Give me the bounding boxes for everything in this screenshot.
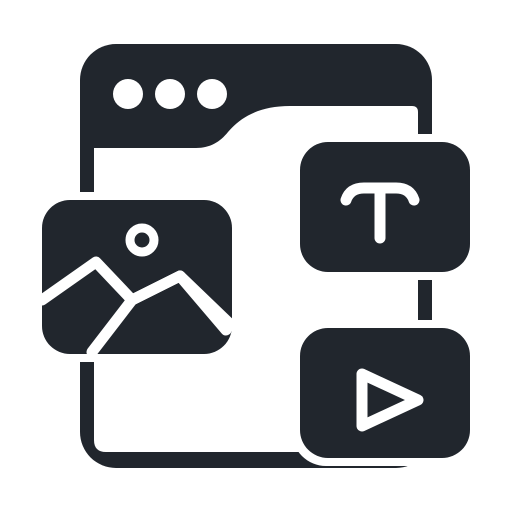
- web-content-media-icon: [0, 0, 512, 512]
- window-dot-icon: [155, 79, 185, 109]
- video-tile: [292, 320, 478, 466]
- text-tile: [292, 134, 478, 280]
- image-tile: [34, 192, 240, 362]
- icon-canvas: [34, 44, 478, 468]
- video-tile-background: [300, 328, 470, 458]
- window-dot-icon: [197, 79, 227, 109]
- window-dot-icon: [113, 79, 143, 109]
